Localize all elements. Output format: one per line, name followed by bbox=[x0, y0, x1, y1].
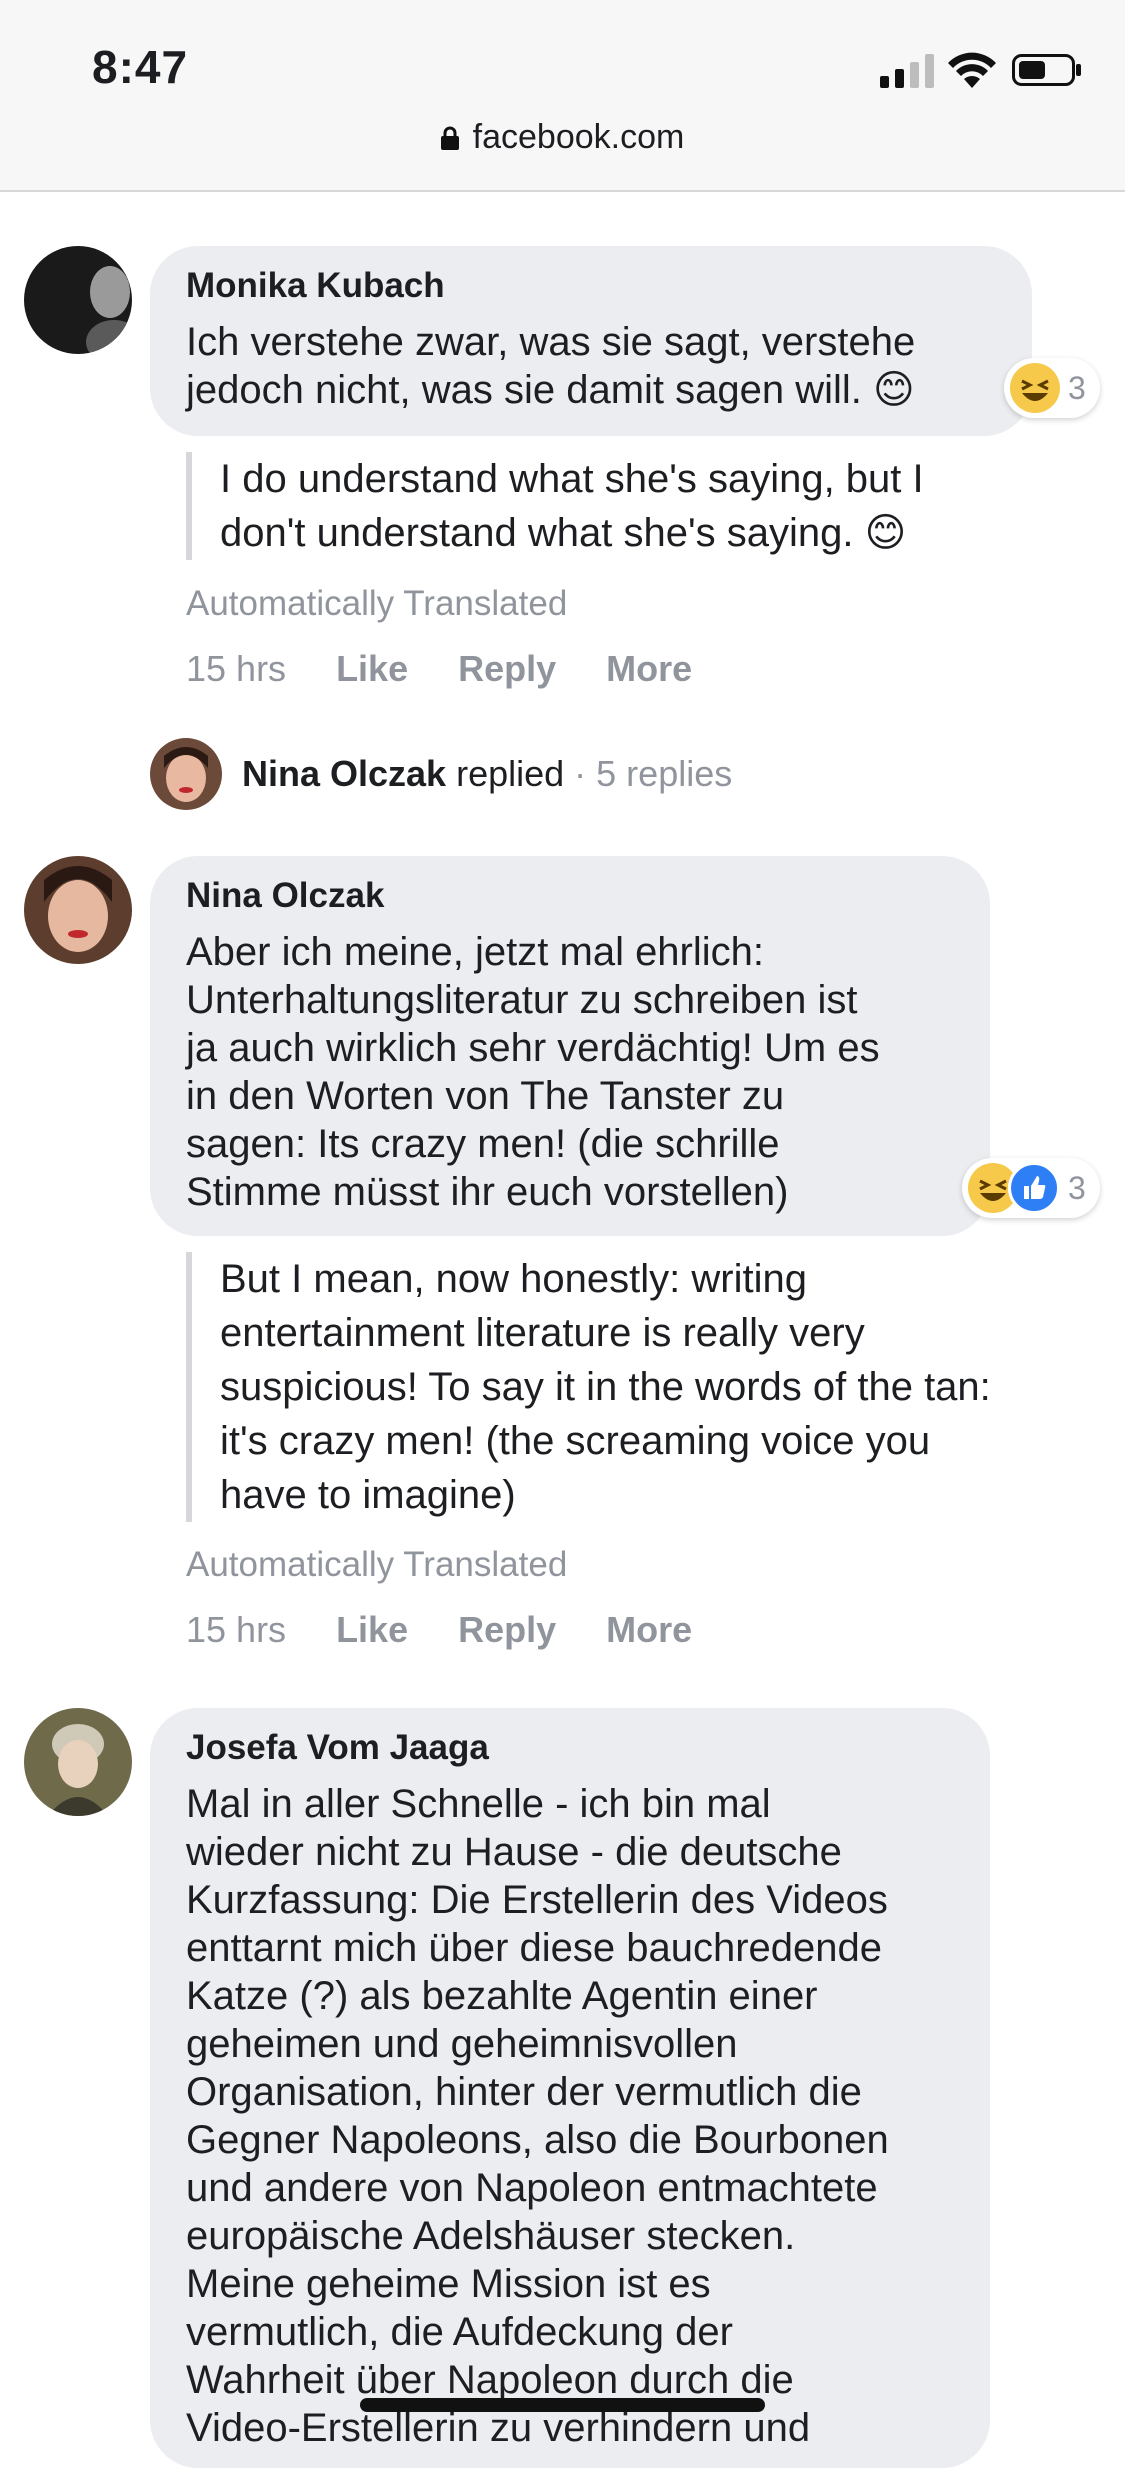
reply-button[interactable]: Reply bbox=[458, 1609, 556, 1651]
wifi-icon bbox=[948, 52, 996, 88]
address-bar[interactable]: facebook.com bbox=[0, 118, 1125, 157]
comment-timestamp[interactable]: 15 hrs bbox=[186, 648, 286, 690]
reaction-count: 3 bbox=[1068, 369, 1086, 406]
comment-author[interactable]: Josefa Vom Jaaga bbox=[186, 1728, 489, 1768]
more-button[interactable]: More bbox=[606, 1609, 692, 1651]
avatar bbox=[150, 738, 222, 810]
cellular-signal-icon bbox=[880, 54, 934, 88]
lock-icon bbox=[440, 126, 459, 150]
reactions-summary[interactable]: 3 bbox=[1004, 358, 1100, 418]
avatar[interactable] bbox=[24, 246, 132, 354]
reply-count: · 5 replies bbox=[574, 753, 733, 794]
laugh-emoji-icon bbox=[1010, 363, 1060, 413]
reactions-summary[interactable]: 3 bbox=[962, 1158, 1100, 1218]
avatar[interactable] bbox=[24, 856, 132, 964]
comment-author[interactable]: Nina Olczak bbox=[186, 876, 384, 916]
avatar[interactable] bbox=[24, 1708, 132, 1816]
reply-button[interactable]: Reply bbox=[458, 648, 556, 690]
view-replies-link[interactable]: Nina Olczak replied · 5 replies bbox=[150, 738, 732, 810]
comment-actions: 15 hrs Like Reply More bbox=[186, 1609, 692, 1651]
comment-text: Aber ich meine, jetzt mal ehrlich: Unter… bbox=[186, 930, 880, 1214]
like-button[interactable]: Like bbox=[336, 1609, 408, 1651]
comment-timestamp[interactable]: 15 hrs bbox=[186, 1609, 286, 1651]
translated-text: I do understand what she's saying, but I… bbox=[186, 452, 1060, 560]
more-button[interactable]: More bbox=[606, 648, 692, 690]
reaction-count: 3 bbox=[1068, 1169, 1086, 1206]
comment-actions: 15 hrs Like Reply More bbox=[186, 648, 692, 690]
comment-text: Mal in aller Schnelle - ich bin mal wied… bbox=[186, 1782, 889, 2450]
home-indicator[interactable] bbox=[360, 2398, 765, 2412]
translated-text: But I mean, now honestly: writing entert… bbox=[186, 1252, 1120, 1522]
auto-translated-label[interactable]: Automatically Translated bbox=[186, 584, 567, 624]
browser-status-bar: 8:47 facebook.com bbox=[0, 0, 1125, 192]
comment-text: Ich verstehe zwar, was sie sagt, versteh… bbox=[186, 320, 916, 412]
like-icon bbox=[1008, 1162, 1060, 1214]
auto-translated-label[interactable]: Automatically Translated bbox=[186, 1545, 567, 1585]
like-button[interactable]: Like bbox=[336, 648, 408, 690]
comment-author[interactable]: Monika Kubach bbox=[186, 266, 445, 306]
reply-author: Nina Olczak bbox=[242, 753, 447, 794]
clock: 8:47 bbox=[92, 41, 189, 93]
url-text: facebook.com bbox=[472, 118, 685, 156]
reply-verb: replied bbox=[456, 753, 565, 794]
battery-icon bbox=[1012, 54, 1081, 86]
